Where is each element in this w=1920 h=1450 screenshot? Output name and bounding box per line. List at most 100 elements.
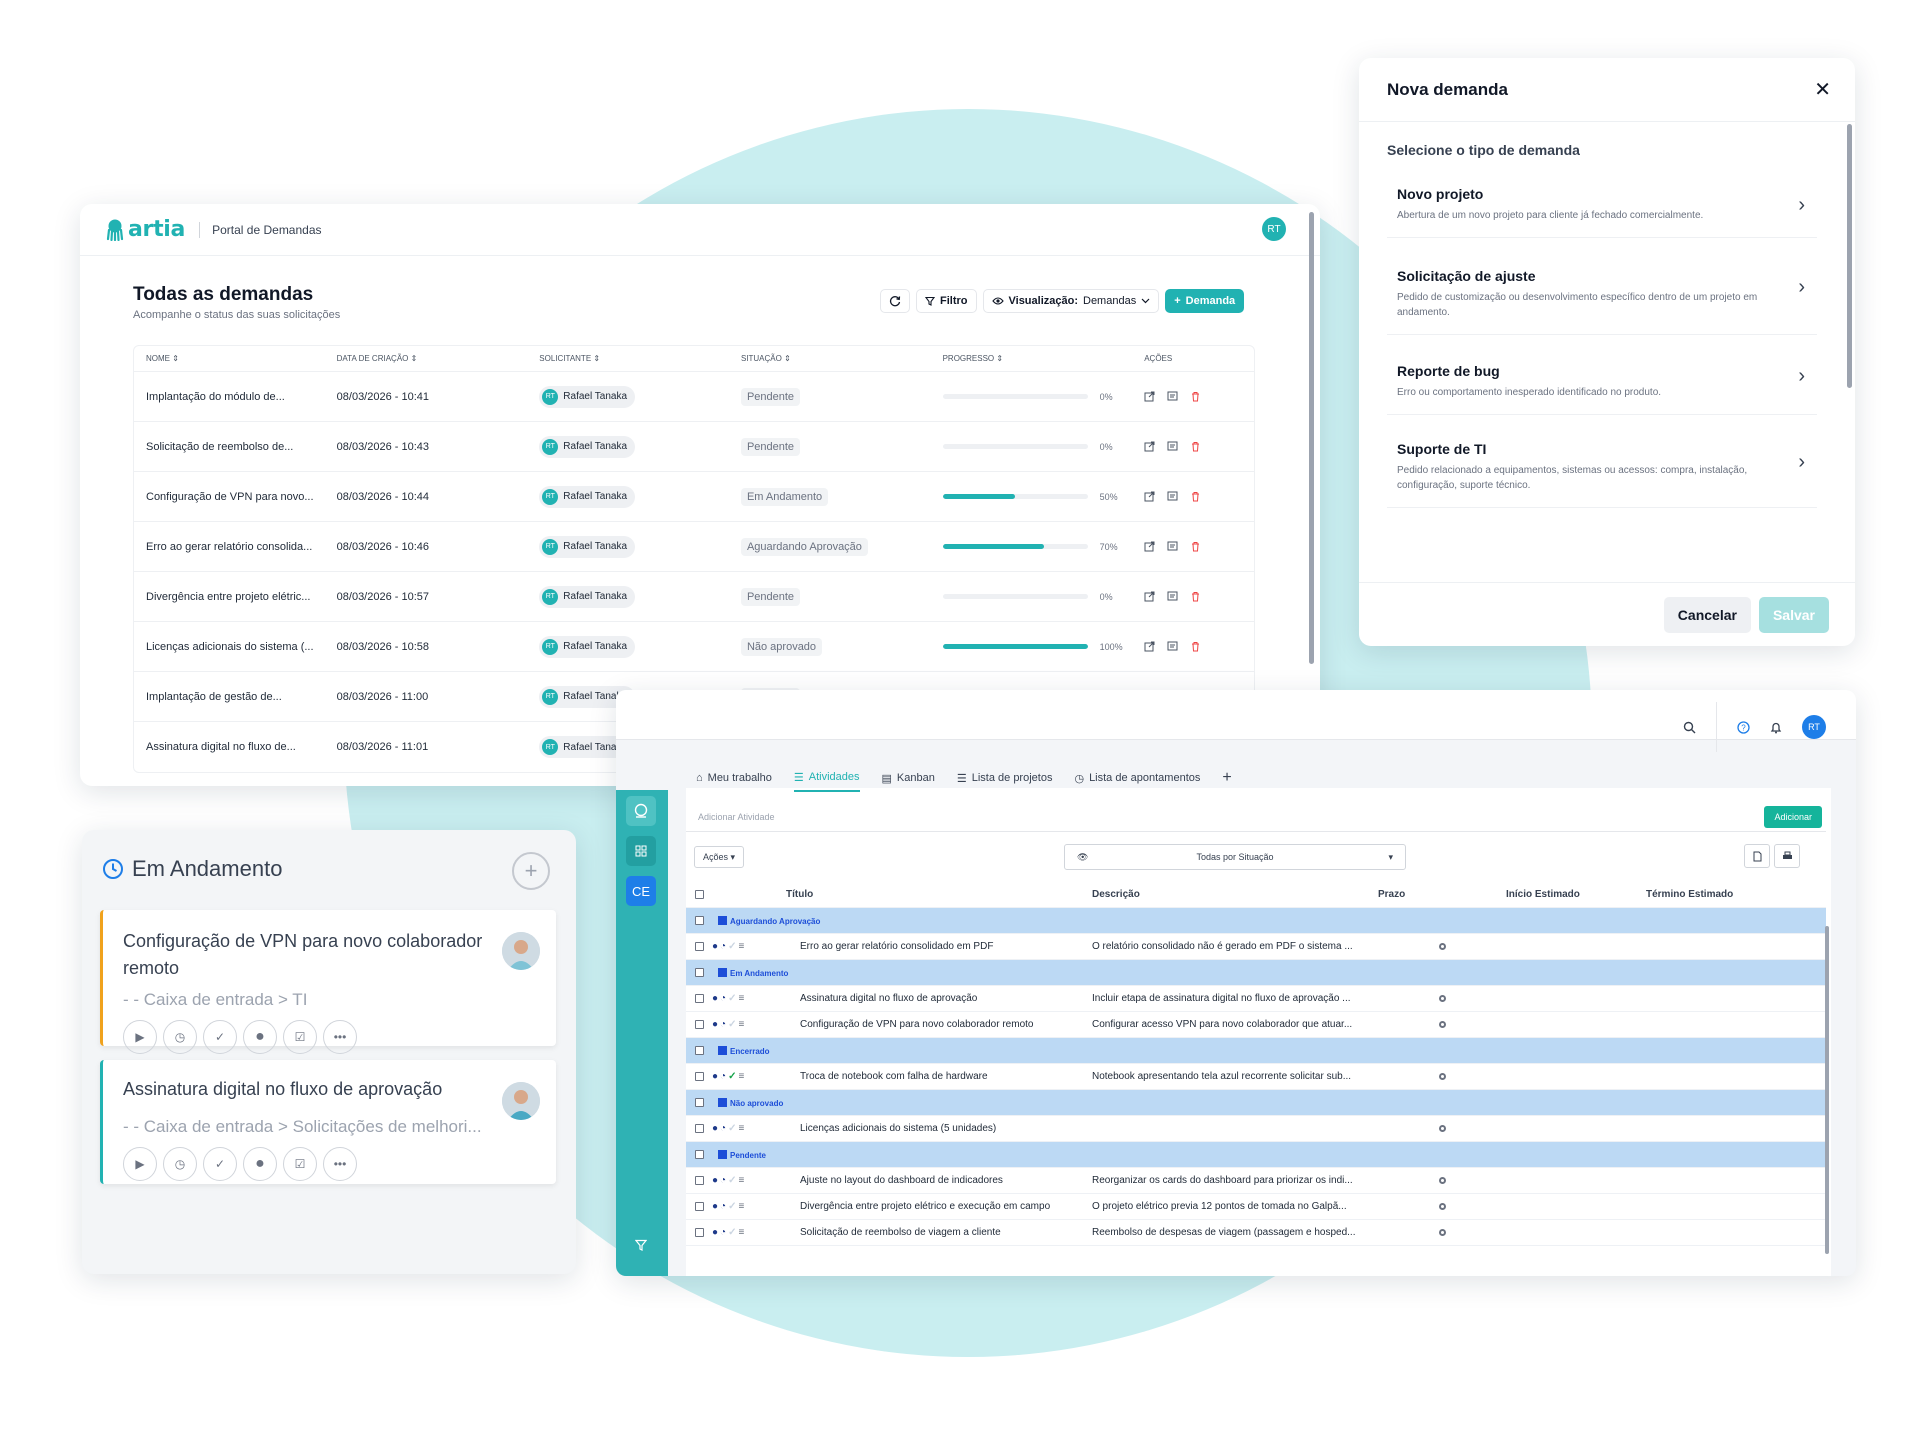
comment-icon[interactable] [1167,391,1178,402]
open-external-icon[interactable] [1144,441,1155,452]
open-external-icon[interactable] [1144,591,1155,602]
trash-icon[interactable] [1190,441,1201,452]
open-external-icon[interactable] [1144,491,1155,502]
print-button[interactable] [1774,844,1800,868]
cancel-button[interactable]: Cancelar [1663,596,1751,633]
comment-icon[interactable]: ● [712,1123,718,1134]
col-progresso[interactable]: PROGRESSO ⇕ [943,354,1145,363]
comment-icon[interactable] [1167,541,1178,552]
table-row[interactable]: ● ◔ ✓ ≡ Solicitação de reembolso de viagem a… [686,1220,1826,1246]
table-row[interactable]: ● ◔ ✓ ≡ Licenças adicionais do sistema (5 un… [686,1116,1826,1142]
collapse-icon[interactable] [718,915,727,925]
tab-kanban[interactable]: ▤ Kanban [882,764,935,792]
comment-icon[interactable] [1167,641,1178,652]
menu-icon[interactable]: ≡ [738,1019,744,1030]
row-checkbox[interactable] [686,1176,712,1185]
check-icon[interactable]: ✓ [728,1227,736,1238]
open-external-icon[interactable] [1144,641,1155,652]
comment-icon[interactable]: ● [712,1175,718,1186]
comment-icon[interactable]: ● [712,993,718,1004]
add-card-button[interactable]: + [512,852,550,890]
trash-icon[interactable] [1190,491,1201,502]
group-checkbox[interactable] [686,1150,712,1159]
menu-icon[interactable]: ≡ [738,1071,744,1082]
collapse-icon[interactable] [718,1149,727,1159]
row-checkbox[interactable] [686,1020,712,1029]
activity-title[interactable]: Erro ao gerar relatório consolidado em P… [786,941,1092,952]
group-label[interactable]: Aguardando Aprovação [718,915,820,926]
collapse-icon[interactable] [718,1045,727,1055]
clock-icon[interactable]: ◔ [720,1227,726,1238]
table-row[interactable]: Implantação do módulo de... 08/03/2026 - … [134,372,1254,422]
workspace-badge[interactable]: CE [626,876,656,906]
clock-icon[interactable]: ◔ [720,1071,726,1082]
clock-icon[interactable]: ◔ [720,1123,726,1134]
collapse-icon[interactable] [718,1097,727,1107]
help-icon[interactable]: ? [1737,720,1750,734]
check-icon[interactable]: ✓ [728,993,736,1004]
table-row[interactable]: ● ◔ ✓ ≡ Erro ao gerar relatório consolidado … [686,934,1826,960]
table-row[interactable]: Erro ao gerar relatório consolida... 08/0… [134,522,1254,572]
user-avatar[interactable]: RT [1262,217,1286,241]
col-solicitante[interactable]: SOLICITANTE ⇕ [539,354,741,363]
trash-icon[interactable] [1190,641,1201,652]
col-situacao[interactable]: SITUAÇÃO ⇕ [741,354,943,363]
check-icon[interactable]: ✓ [728,1175,736,1186]
more-button[interactable]: ••• [323,1020,357,1054]
grid-nav-button[interactable] [626,836,656,866]
group-label[interactable]: Em Andamento [718,967,788,978]
demand-name[interactable]: Solicitação de reembolso de... [134,441,337,453]
more-button[interactable]: ••• [323,1147,357,1181]
filter-button[interactable]: Filtro [916,289,977,313]
deadline-cell[interactable] [1378,943,1506,950]
comment-button[interactable]: ● [243,1020,277,1054]
group-checkbox[interactable] [686,968,712,977]
menu-icon[interactable]: ≡ [738,993,744,1004]
clock-icon[interactable]: ◔ [720,1201,726,1212]
activity-title[interactable]: Solicitação de reembolso de viagem a cli… [786,1227,1092,1238]
table-row[interactable]: Configuração de VPN para novo... 08/03/20… [134,472,1254,522]
kanban-card[interactable]: Configuração de VPN para novo colaborado… [100,910,556,1054]
tab-lista-de-apontamentos[interactable]: ◷ Lista de apontamentos [1074,764,1200,792]
demand-name[interactable]: Configuração de VPN para novo... [134,491,337,503]
search-nav-button[interactable] [626,796,656,826]
group-row[interactable]: Encerrado [686,1038,1826,1064]
add-activity-button[interactable]: Adicionar [1764,806,1822,828]
col-inicio[interactable]: Início Estimado [1506,889,1646,900]
tab-lista-de-projetos[interactable]: ☰ Lista de projetos [957,764,1053,792]
demand-type-option[interactable]: Solicitação de ajuste Pedido de customiza… [1387,238,1817,335]
demand-type-option[interactable]: Novo projeto Abertura de um novo projeto … [1387,170,1817,238]
table-row[interactable]: ● ◔ ✓ ≡ Ajuste no layout do dashboard de ind… [686,1168,1826,1194]
add-activity-field[interactable]: Adicionar Atividade Adicionar [686,802,1826,832]
panel-scrollbar[interactable] [1309,212,1314,664]
timer-button[interactable]: ◷ [163,1020,197,1054]
menu-icon[interactable]: ≡ [738,941,744,952]
menu-icon[interactable]: ≡ [738,1227,744,1238]
filter-nav-button[interactable] [626,1230,656,1260]
comment-icon[interactable] [1167,591,1178,602]
table-row[interactable]: ● ◔ ✓ ≡ Divergência entre projeto elétrico e… [686,1194,1826,1220]
deadline-cell[interactable] [1378,1073,1506,1080]
check-icon[interactable]: ✓ [728,1123,736,1134]
col-prazo[interactable]: Prazo [1378,889,1506,900]
group-checkbox[interactable] [686,1098,712,1107]
complete-button[interactable]: ✓ [203,1020,237,1054]
comment-icon[interactable]: ● [712,941,718,952]
deadline-cell[interactable] [1378,1021,1506,1028]
user-avatar[interactable]: RT [1802,715,1826,739]
table-row[interactable]: ● ◔ ✓ ≡ Assinatura digital no fluxo de aprov… [686,986,1826,1012]
situation-filter-select[interactable]: 👁 Todas por Situação ▾ [1064,844,1406,870]
table-row[interactable]: Solicitação de reembolso de... 08/03/2026… [134,422,1254,472]
col-titulo[interactable]: Título [786,889,1092,900]
col-data[interactable]: DATA DE CRIAÇÃO ⇕ [337,354,540,363]
clock-icon[interactable]: ◔ [720,941,726,952]
demand-name[interactable]: Divergência entre projeto elétric... [134,591,337,603]
card-title[interactable]: Assinatura digital no fluxo de aprovação [123,1076,483,1103]
group-label[interactable]: Não aprovado [718,1097,783,1108]
timer-button[interactable]: ◷ [163,1147,197,1181]
demand-name[interactable]: Erro ao gerar relatório consolida... [134,541,337,553]
search-icon[interactable] [1683,721,1696,734]
check-icon[interactable]: ✓ [728,941,736,952]
menu-icon[interactable]: ≡ [738,1201,744,1212]
clock-icon[interactable]: ◔ [720,1019,726,1030]
